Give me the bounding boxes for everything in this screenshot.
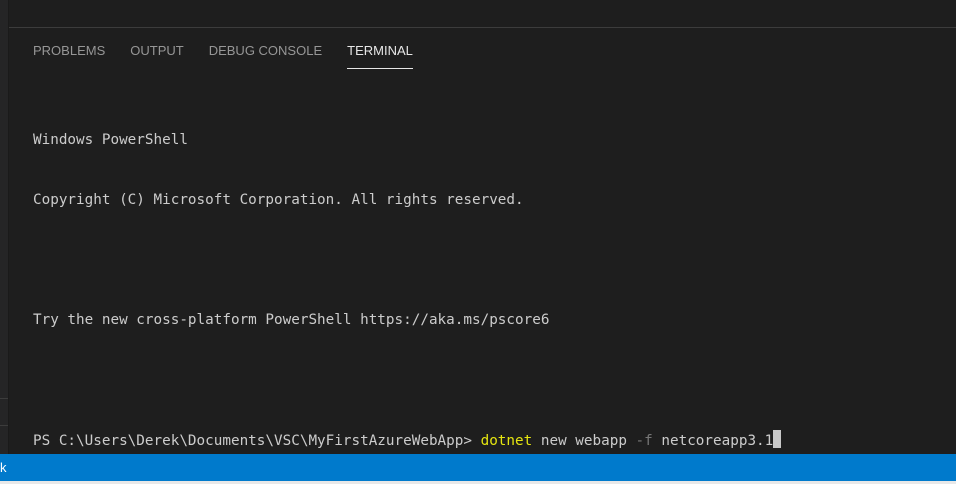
tab-problems[interactable]: PROBLEMS — [33, 42, 105, 69]
tab-terminal[interactable]: TERMINAL — [347, 42, 413, 69]
editor-area[interactable] — [9, 0, 956, 27]
terminal-line: Try the new cross-platform PowerShell ht… — [33, 312, 550, 328]
sidebar-edge — [0, 0, 9, 454]
terminal-prompt: PS C:\Users\Derek\Documents\VSC\MyFirstA… — [33, 433, 481, 449]
terminal-prompt-line[interactable]: PS C:\Users\Derek\Documents\VSC\MyFirstA… — [33, 430, 943, 450]
terminal-args: netcoreapp3.1 — [652, 433, 774, 449]
terminal-line: Copyright (C) Microsoft Corporation. All… — [33, 192, 524, 208]
vscode-window: PROBLEMS OUTPUT DEBUG CONSOLE TERMINAL W… — [0, 0, 956, 484]
tab-debug-console[interactable]: DEBUG CONSOLE — [209, 42, 322, 69]
terminal-line: Windows PowerShell — [33, 132, 188, 148]
sidebar-divider — [0, 425, 8, 426]
status-bar: k — [0, 454, 956, 481]
tab-output[interactable]: OUTPUT — [130, 42, 183, 69]
terminal-output[interactable]: Windows PowerShell Copyright (C) Microso… — [33, 90, 943, 484]
terminal-cursor — [773, 430, 782, 448]
bottom-panel: PROBLEMS OUTPUT DEBUG CONSOLE TERMINAL W… — [9, 27, 956, 455]
terminal-args: new webapp — [532, 433, 636, 449]
panel-tabs: PROBLEMS OUTPUT DEBUG CONSOLE TERMINAL — [33, 42, 438, 69]
status-bar-item[interactable]: k — [0, 454, 7, 481]
terminal-flag: -f — [635, 433, 653, 449]
sidebar-divider — [0, 398, 8, 399]
terminal-command: dotnet — [480, 433, 533, 449]
